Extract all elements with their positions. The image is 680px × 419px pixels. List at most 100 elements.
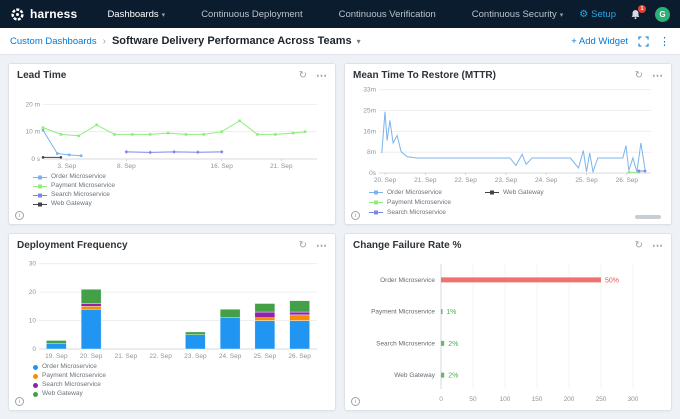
refresh-icon[interactable]: ↻	[635, 71, 643, 81]
refresh-icon[interactable]: ↻	[299, 241, 307, 251]
svg-text:24. Sep: 24. Sep	[219, 353, 242, 360]
nav-continuous-verification[interactable]: Continuous Verification	[339, 9, 436, 20]
svg-text:20: 20	[29, 289, 37, 296]
breadcrumb-custom-dashboards[interactable]: Custom Dashboards	[10, 36, 97, 47]
legend-item[interactable]: Payment Microservice	[33, 372, 327, 380]
svg-text:33m: 33m	[363, 87, 376, 94]
svg-text:20. Sep: 20. Sep	[374, 177, 397, 184]
svg-text:Payment Microservice: Payment Microservice	[371, 309, 435, 316]
title-dropdown-icon[interactable]: ▾	[357, 37, 361, 46]
user-avatar[interactable]: G	[655, 7, 670, 22]
refresh-icon[interactable]: ↻	[635, 241, 643, 251]
fullscreen-icon[interactable]	[638, 36, 649, 47]
widget-actions: ↻ ⋯	[635, 71, 663, 81]
legend-label: Order Microservice	[387, 189, 442, 197]
breadcrumb-separator: ›	[103, 36, 106, 47]
widget-menu-icon[interactable]: ⋯	[652, 71, 663, 81]
nav-continuous-deployment[interactable]: Continuous Deployment	[201, 9, 302, 20]
info-icon[interactable]: i	[351, 211, 360, 220]
page-title: Software Delivery Performance Across Tea…	[112, 35, 352, 47]
svg-text:3. Sep: 3. Sep	[57, 163, 76, 170]
deployment-frequency-chart: 010203019. Sep20. Sep21. Sep22. Sep23. S…	[17, 254, 325, 360]
widget-title: Mean Time To Restore (MTTR)	[353, 70, 496, 81]
svg-text:25. Sep: 25. Sep	[254, 353, 277, 360]
widget-actions: ↻ ⋯	[299, 71, 327, 81]
nav-dashboards[interactable]: Dashboards▾	[107, 9, 165, 20]
svg-text:25. Sep: 25. Sep	[575, 177, 598, 184]
widget-mttr: Mean Time To Restore (MTTR) ↻ ⋯ 0s8m16m2…	[344, 63, 672, 225]
setup-button[interactable]: ⚙ Setup	[579, 9, 616, 20]
svg-text:20. Sep: 20. Sep	[80, 353, 103, 360]
legend-item[interactable]: Web Gateway	[33, 390, 327, 398]
harness-dashboard-app: harness Dashboards▾ Continuous Deploymen…	[0, 0, 680, 419]
svg-text:20 m: 20 m	[26, 101, 40, 108]
svg-text:100: 100	[500, 396, 511, 403]
harness-brand[interactable]: harness	[10, 7, 77, 22]
brand-name: harness	[30, 7, 77, 21]
legend-dot-icon	[33, 383, 38, 388]
legend-swatch-icon	[369, 199, 383, 206]
legend-dot-icon	[33, 365, 38, 370]
notifications-button[interactable]: 1	[630, 9, 641, 20]
svg-text:300: 300	[628, 396, 639, 403]
widget-menu-icon[interactable]: ⋯	[316, 71, 327, 81]
legend-item[interactable]: Web Gateway	[485, 189, 544, 197]
widget-header: Mean Time To Restore (MTTR) ↻ ⋯	[353, 69, 663, 82]
svg-text:0 s: 0 s	[31, 156, 40, 163]
svg-text:Web Gateway: Web Gateway	[394, 372, 435, 379]
legend-label: Search Microservice	[51, 191, 110, 199]
legend-swatch-icon	[369, 209, 383, 216]
svg-text:22. Sep: 22. Sep	[454, 177, 477, 184]
widget-menu-icon[interactable]: ⋯	[652, 241, 663, 251]
legend-item[interactable]: Order Microservice	[369, 189, 451, 197]
widget-header: Change Failure Rate % ↻ ⋯	[353, 239, 663, 252]
svg-text:10 m: 10 m	[26, 129, 40, 136]
svg-text:0: 0	[32, 346, 36, 353]
widget-header: Lead Time ↻ ⋯	[17, 69, 327, 82]
widget-title: Deployment Frequency	[17, 240, 128, 251]
legend-label: Search Microservice	[42, 381, 101, 389]
widget-menu-icon[interactable]: ⋯	[316, 241, 327, 251]
main-nav: Dashboards▾ Continuous Deployment Contin…	[107, 9, 563, 20]
svg-text:21. Sep: 21. Sep	[115, 353, 138, 360]
svg-text:23. Sep: 23. Sep	[495, 177, 518, 184]
legend-item[interactable]: Web Gateway	[33, 200, 327, 208]
widget-actions: ↻ ⋯	[299, 241, 327, 251]
widget-title: Lead Time	[17, 70, 66, 81]
info-icon[interactable]: i	[15, 397, 24, 406]
harness-logo-icon	[10, 7, 25, 22]
legend-item[interactable]: Search Microservice	[33, 381, 327, 389]
legend-item[interactable]: Order Microservice	[33, 363, 327, 371]
svg-text:50%: 50%	[605, 277, 619, 284]
lead-time-chart: 0 s10 m20 m3. Sep8. Sep16. Sep21. Sep	[17, 84, 325, 170]
svg-text:Order Microservice: Order Microservice	[380, 277, 435, 284]
svg-text:26. Sep: 26. Sep	[616, 177, 639, 184]
legend-label: Web Gateway	[503, 189, 544, 197]
svg-text:21. Sep: 21. Sep	[414, 177, 437, 184]
nav-continuous-security[interactable]: Continuous Security▾	[472, 9, 564, 20]
legend-swatch-icon	[33, 192, 47, 199]
legend-swatch-icon	[485, 189, 499, 196]
legend-item[interactable]: Order Microservice	[33, 173, 327, 181]
info-icon[interactable]: i	[351, 397, 360, 406]
chart-horizontal-scrollbar[interactable]	[635, 215, 661, 219]
change-failure-rate-chart: 050100150200250300Order Microservice50%P…	[353, 254, 661, 404]
svg-text:50: 50	[469, 396, 477, 403]
svg-text:10: 10	[29, 318, 37, 325]
deployment-frequency-legend: Order MicroservicePayment MicroserviceSe…	[17, 360, 327, 398]
add-widget-button[interactable]: + Add Widget	[571, 36, 628, 47]
legend-item[interactable]: Payment Microservice	[33, 182, 327, 190]
info-icon[interactable]: i	[15, 211, 24, 220]
legend-item[interactable]: Payment Microservice	[369, 199, 451, 207]
legend-label: Payment Microservice	[51, 182, 115, 190]
widget-actions: ↻ ⋯	[635, 241, 663, 251]
legend-item[interactable]: Search Microservice	[369, 209, 451, 217]
refresh-icon[interactable]: ↻	[299, 71, 307, 81]
more-options-icon[interactable]: ⋮	[659, 35, 670, 48]
legend-label: Payment Microservice	[387, 199, 451, 207]
chevron-down-icon: ▾	[162, 12, 166, 19]
legend-label: Payment Microservice	[42, 372, 106, 380]
legend-item[interactable]: Search Microservice	[33, 191, 327, 199]
svg-text:1%: 1%	[446, 309, 456, 316]
nav-continuous-security-label: Continuous Security	[472, 9, 557, 20]
